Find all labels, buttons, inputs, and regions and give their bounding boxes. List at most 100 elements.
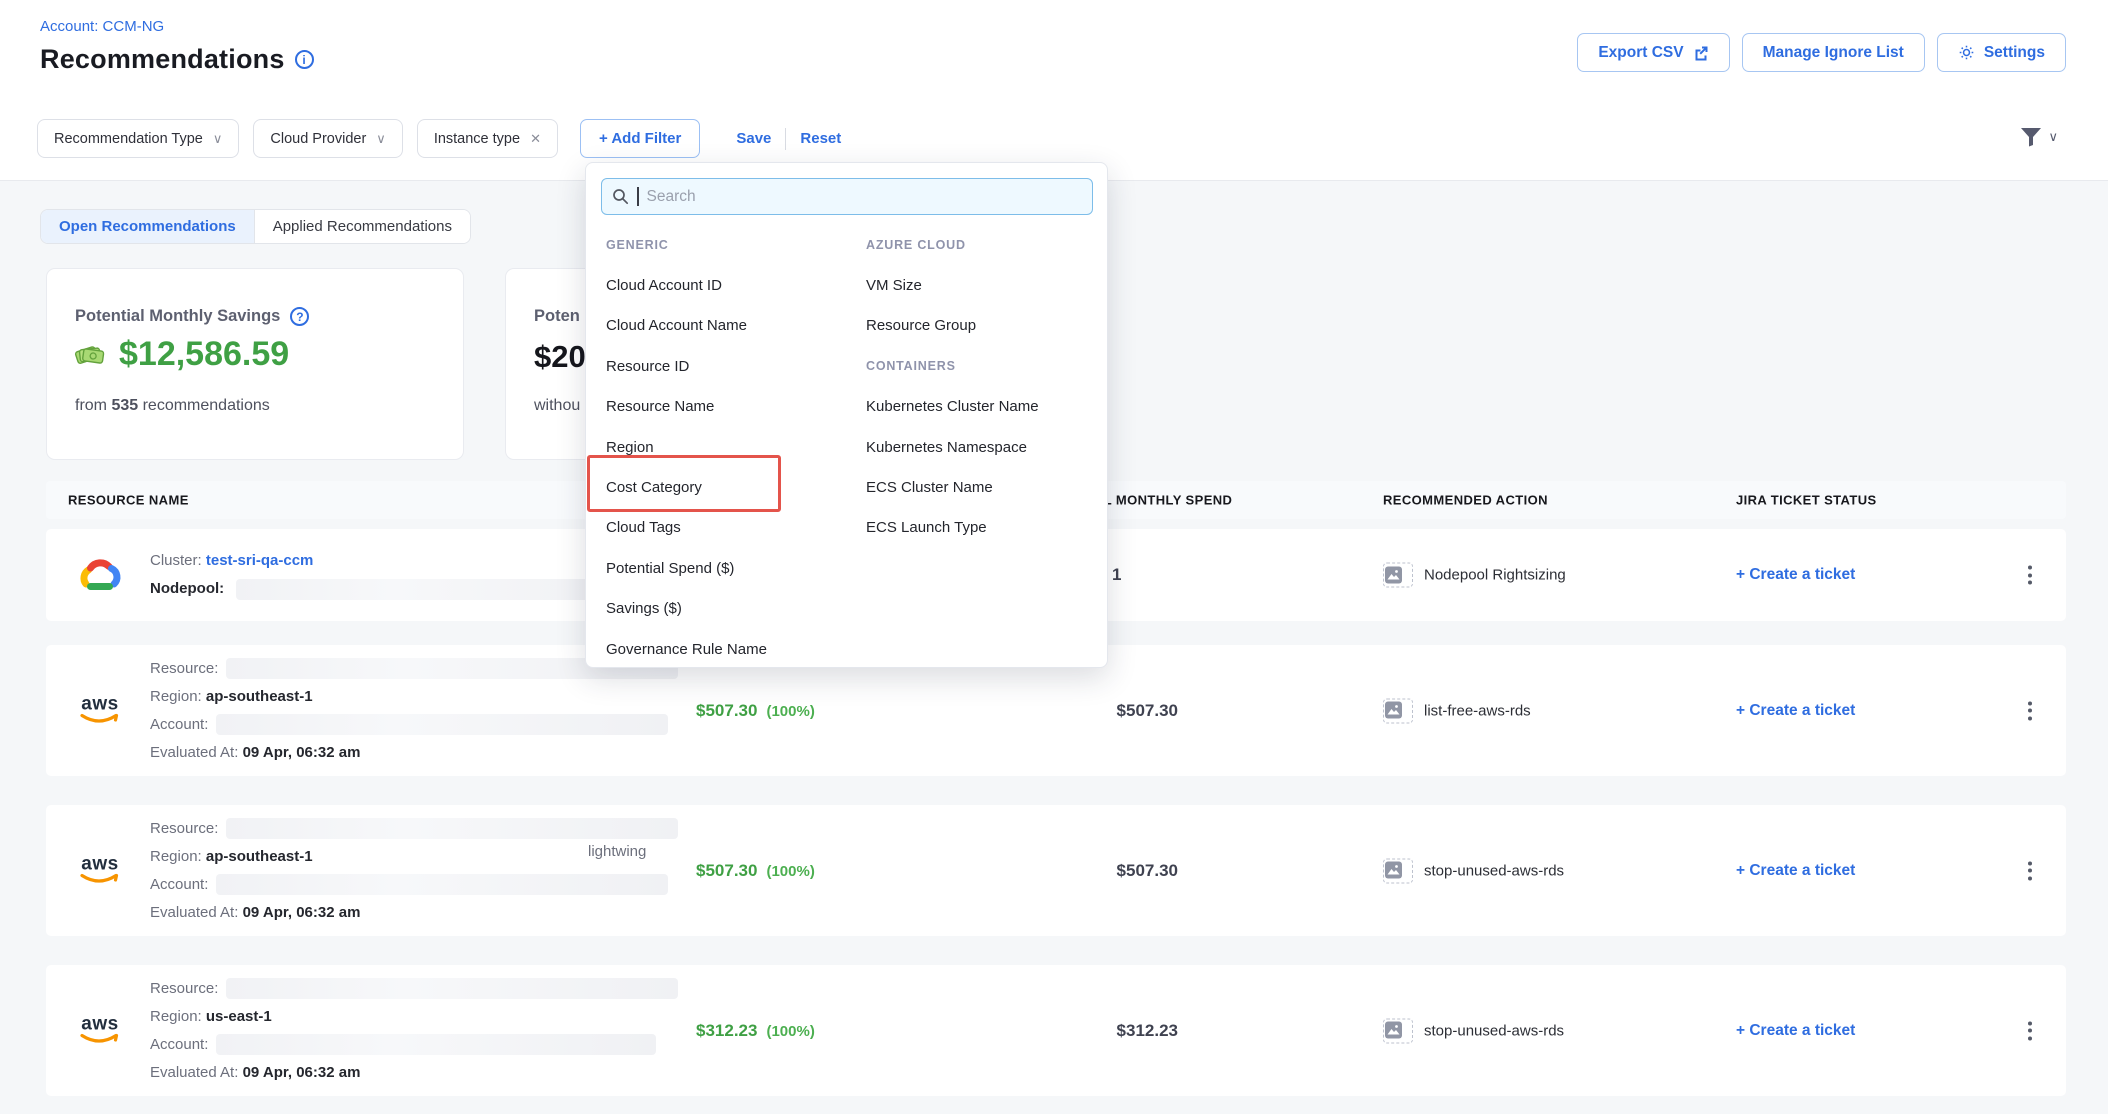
- kebab-menu-icon[interactable]: [2024, 1017, 2036, 1044]
- filter-chip-instance-type[interactable]: Instance type ✕: [417, 119, 558, 158]
- action-label: list-free-aws-rds: [1424, 702, 1531, 719]
- savings-value: $507.30: [696, 701, 757, 721]
- card-title-row: Poten: [534, 307, 580, 326]
- region-value: ap-southeast-1: [206, 848, 313, 865]
- save-filter-button[interactable]: Save: [736, 130, 771, 147]
- divider: [785, 128, 786, 150]
- action-label: stop-unused-aws-rds: [1424, 1022, 1564, 1039]
- filter-option-potential-spend[interactable]: Potential Spend ($): [604, 548, 856, 588]
- export-csv-button[interactable]: Export CSV: [1577, 33, 1729, 72]
- filter-option-resource-name[interactable]: Resource Name: [604, 387, 856, 427]
- savings-percent: (100%): [766, 1023, 814, 1040]
- create-ticket-link[interactable]: + Create a ticket: [1736, 862, 1855, 880]
- breadcrumb[interactable]: Account: CCM-NG: [40, 18, 164, 35]
- account-label: Account:: [150, 716, 208, 733]
- subtitle-suffix: recommendations: [138, 397, 270, 414]
- filter-option-cost-category[interactable]: Cost Category: [604, 467, 856, 507]
- recommended-action-cell: list-free-aws-rds: [1383, 698, 1531, 723]
- create-ticket-label: + Create a ticket: [1736, 1022, 1855, 1040]
- potential-savings-cell: $312.23 (100%): [696, 1021, 815, 1041]
- chip-label: Instance type: [434, 131, 520, 147]
- create-ticket-label: + Create a ticket: [1736, 702, 1855, 720]
- reset-filter-button[interactable]: Reset: [800, 130, 841, 147]
- savings-value: $12,586.59: [119, 335, 289, 374]
- filter-option-kubernetes-cluster-name[interactable]: Kubernetes Cluster Name: [864, 387, 1099, 427]
- add-filter-dropdown: GENERIC Cloud Account ID Cloud Account N…: [585, 162, 1108, 668]
- savings-subtitle: from 535 recommendations: [75, 397, 270, 415]
- column-header-recommended-action: RECOMMENDED ACTION: [1383, 493, 1548, 508]
- kebab-menu-icon[interactable]: [2024, 562, 2036, 589]
- resource-label: Resource:: [150, 660, 218, 677]
- dropdown-column-cloud: AZURE CLOUD VM Size Resource Group CONTA…: [864, 225, 1099, 548]
- chip-label: Recommendation Type: [54, 131, 203, 147]
- filter-option-cloud-account-id[interactable]: Cloud Account ID: [604, 265, 856, 305]
- manage-ignore-list-label: Manage Ignore List: [1763, 44, 1904, 62]
- resource-label: Resource:: [150, 820, 218, 837]
- total-monthly-spend-cell: $507.30: [1006, 701, 1178, 721]
- filter-option-vm-size[interactable]: VM Size: [864, 265, 1099, 305]
- redacted-value: [216, 874, 668, 895]
- filter-chip-cloud-provider[interactable]: Cloud Provider ∨: [253, 119, 402, 158]
- close-icon[interactable]: ✕: [530, 131, 541, 147]
- tab-applied-recommendations[interactable]: Applied Recommendations: [254, 210, 470, 243]
- add-filter-button[interactable]: + Add Filter: [580, 119, 700, 158]
- create-ticket-label: + Create a ticket: [1736, 566, 1855, 584]
- page-title: Recommendations: [40, 44, 285, 75]
- create-ticket-link[interactable]: + Create a ticket: [1736, 1022, 1855, 1040]
- money-icon: [73, 341, 109, 369]
- potential-monthly-savings-card: Potential Monthly Savings ? $12,586.59 f…: [46, 268, 464, 460]
- chevron-down-icon: ∨: [213, 131, 223, 147]
- create-ticket-link[interactable]: + Create a ticket: [1736, 702, 1855, 720]
- cluster-label: Cluster:: [150, 552, 202, 569]
- filter-option-cloud-tags[interactable]: Cloud Tags: [604, 508, 856, 548]
- filter-option-ecs-launch-type[interactable]: ECS Launch Type: [864, 508, 1099, 548]
- filter-option-resource-group[interactable]: Resource Group: [864, 306, 1099, 346]
- recommended-action-cell: Nodepool Rightsizing: [1383, 563, 1566, 588]
- filter-option-cloud-account-name[interactable]: Cloud Account Name: [604, 306, 856, 346]
- info-icon[interactable]: i: [295, 50, 314, 69]
- manage-ignore-list-button[interactable]: Manage Ignore List: [1742, 33, 1925, 72]
- filter-option-governance-rule-name[interactable]: Governance Rule Name: [604, 629, 856, 669]
- filter-option-kubernetes-namespace[interactable]: Kubernetes Namespace: [864, 427, 1099, 467]
- cluster-link[interactable]: test-sri-qa-ccm: [206, 552, 314, 569]
- gear-icon: [1958, 44, 1975, 61]
- region-label: Region:: [150, 1008, 202, 1025]
- redacted-value: [226, 818, 678, 839]
- resource-name-cell: Resource: Region: us-east-1 Account: Eva…: [150, 975, 678, 1087]
- rule-name-fragment: lightwing: [588, 843, 646, 860]
- filter-funnel-button[interactable]: ∨: [2018, 125, 2058, 149]
- aws-logo-icon: aws: [76, 696, 124, 725]
- create-ticket-link[interactable]: + Create a ticket: [1736, 566, 1855, 584]
- dropdown-search[interactable]: [601, 178, 1093, 215]
- potential-savings-cell: $507.30 (100%): [696, 861, 815, 881]
- chevron-down-icon: ∨: [376, 131, 386, 147]
- settings-button[interactable]: Settings: [1937, 33, 2066, 72]
- table-row: aws Resource: Region: us-east-1 Account:…: [46, 965, 2066, 1096]
- redacted-value: [216, 714, 668, 735]
- chip-label: Cloud Provider: [270, 131, 366, 147]
- spend-value-fragment: $20: [534, 339, 586, 375]
- help-icon[interactable]: ?: [290, 307, 309, 326]
- kebab-menu-icon[interactable]: [2024, 857, 2036, 884]
- redacted-value: [216, 1034, 656, 1055]
- filter-option-savings[interactable]: Savings ($): [604, 589, 856, 629]
- filter-option-ecs-cluster-name[interactable]: ECS Cluster Name: [864, 467, 1099, 507]
- filter-chip-recommendation-type[interactable]: Recommendation Type ∨: [37, 119, 239, 158]
- recommendations-page: Account: CCM-NG Recommendations i Export…: [0, 0, 2108, 1114]
- export-csv-label: Export CSV: [1598, 44, 1683, 62]
- tab-open-recommendations[interactable]: Open Recommendations: [41, 210, 254, 243]
- topbar-buttons: Export CSV Manage Ignore List Settings: [1577, 33, 2066, 72]
- savings-percent: (100%): [766, 703, 814, 720]
- kebab-menu-icon[interactable]: [2024, 697, 2036, 724]
- total-spend-fragment: 1: [1112, 565, 1121, 585]
- region-value: ap-southeast-1: [206, 688, 313, 705]
- filter-option-region[interactable]: Region: [604, 427, 856, 467]
- filter-funnel-icon: [2018, 125, 2044, 149]
- search-input[interactable]: [647, 188, 1083, 206]
- filter-option-resource-id[interactable]: Resource ID: [604, 346, 856, 386]
- evaluated-at-value: 09 Apr, 06:32 am: [243, 1064, 361, 1081]
- broken-image-icon: [1383, 698, 1413, 723]
- region-label: Region:: [150, 848, 202, 865]
- chevron-down-icon: ∨: [2048, 129, 2058, 145]
- top-bar: Account: CCM-NG Recommendations i Export…: [0, 0, 2108, 105]
